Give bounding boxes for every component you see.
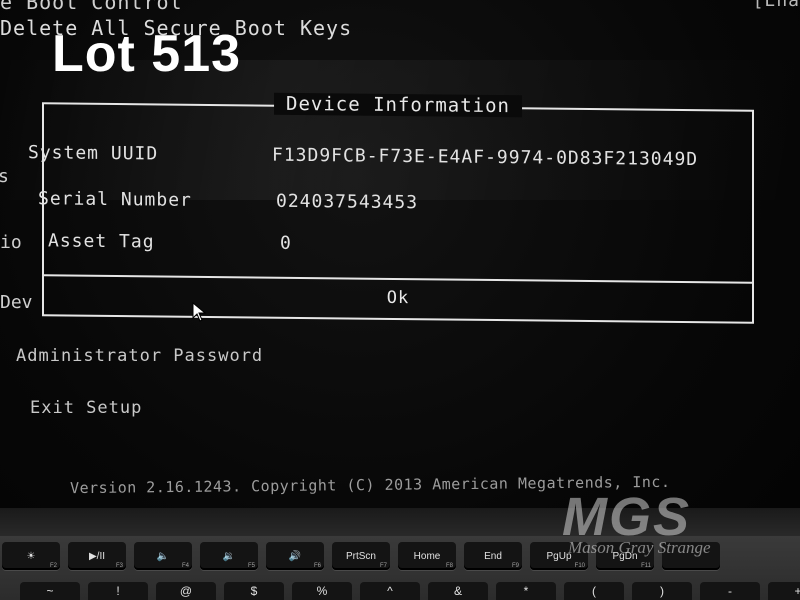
fn-label: F6 [313,563,321,569]
fn-label: F5 [247,563,255,569]
system-uuid-label: System UUID [28,142,159,165]
mouse-pointer-icon [192,302,207,322]
fn-label: F4 [181,563,189,569]
key-plus[interactable]: + [768,582,800,600]
key-tilde[interactable]: ~ [20,582,80,600]
key-minus[interactable]: - [700,582,760,600]
ok-button[interactable]: Ok [44,276,752,321]
key-label: End [484,550,502,562]
fn-label: F2 [49,563,57,569]
asset-tag-label: Asset Tag [48,230,155,253]
key-left-paren[interactable]: ( [564,582,624,600]
key-label: PrtScn [345,550,376,562]
volume-down-icon: 🔉 [222,550,236,562]
key-f8[interactable]: Home F8 [398,542,456,570]
mgs-watermark: MGS Mason Gray Strange [560,486,760,566]
clipped-menu-s: s [0,166,9,187]
key-ampersand[interactable]: & [428,582,488,600]
key-right-paren[interactable]: ) [632,582,692,600]
key-label: Home [413,550,441,562]
clipped-menu-io: io [0,232,22,253]
key-at[interactable]: @ [156,582,216,600]
fn-label: F8 [445,563,453,569]
asset-tag-value: 0 [280,232,292,254]
mute-icon: 🔈 [156,550,170,562]
setting-value-partial: [Ena [752,0,800,11]
serial-number-label: Serial Number [38,188,192,211]
key-percent[interactable]: % [292,582,352,600]
key-f6[interactable]: 🔊 F6 [266,542,324,570]
key-f4[interactable]: 🔈 F4 [134,542,192,570]
serial-number-value: 024037543453 [276,190,419,214]
key-f3[interactable]: ▶/II F3 [68,542,126,570]
key-f5[interactable]: 🔉 F5 [200,542,258,570]
lot-label: Lot 513 [52,25,242,83]
play-pause-icon: ▶/II [88,550,106,562]
dialog-content: System UUID F13D9FCB-F73E-E4AF-9974-0D83… [28,104,752,284]
exit-setup-item[interactable]: Exit Setup [30,398,142,418]
watermark-text: Mason Gray Strange [568,538,711,557]
brightness-icon: ☀ [26,550,36,562]
key-caret[interactable]: ^ [360,582,420,600]
key-asterisk[interactable]: * [496,582,556,600]
device-information-dialog: Device Information System UUID F13D9FCB-… [28,92,754,324]
number-key-row: ~ ! @ $ % ^ & * ( ) - + [0,582,800,600]
key-f2[interactable]: ☀ F2 [2,542,60,570]
fn-label: F3 [115,563,123,569]
key-exclaim[interactable]: ! [88,582,148,600]
boot-control-item[interactable]: e Boot Control [0,0,183,14]
key-dollar[interactable]: $ [224,582,284,600]
fn-label: F9 [511,563,519,569]
fn-label: F7 [379,563,387,569]
clipped-menu-dev: Dev [0,292,33,313]
key-f7[interactable]: PrtScn F7 [332,542,390,570]
system-uuid-value: F13D9FCB-F73E-E4AF-9974-0D83F213049D [272,144,699,171]
volume-up-icon: 🔊 [288,550,302,562]
administrator-password-item[interactable]: Administrator Password [16,346,263,366]
key-f9[interactable]: End F9 [464,542,522,570]
photo-of-bios-screen: e Boot Control Delete All Secure Boot Ke… [0,0,800,600]
